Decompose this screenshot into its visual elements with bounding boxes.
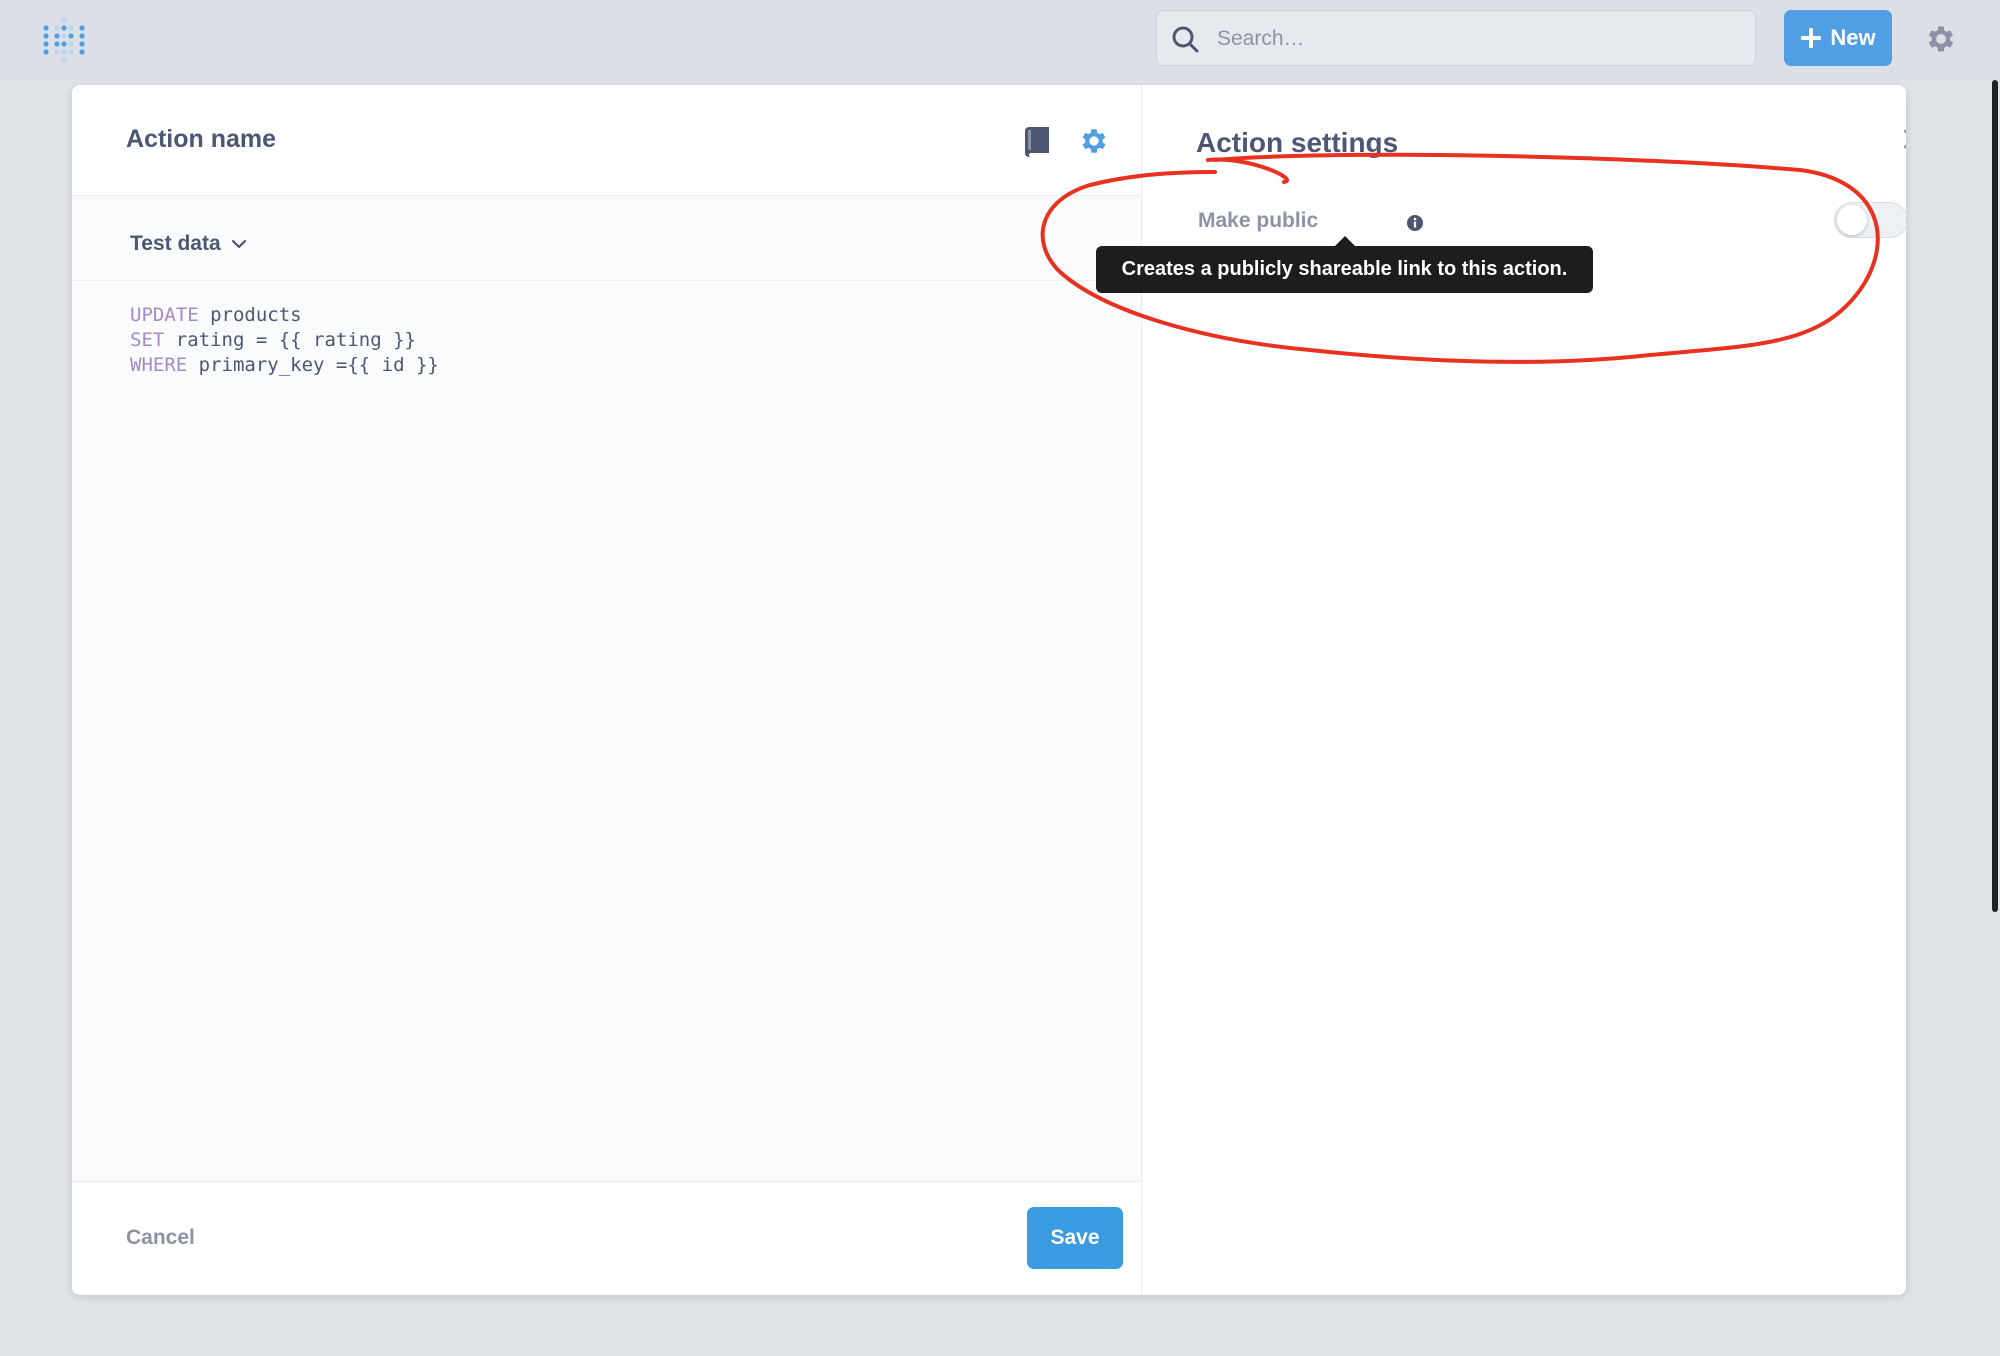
query-editor-panel: Action name Test data UPDATE products SE…	[72, 85, 1142, 1295]
search-input[interactable]	[1215, 11, 1739, 67]
cancel-button[interactable]: Cancel	[126, 1226, 195, 1250]
editor-header: Action name	[72, 85, 1141, 196]
test-data-row: Test data	[72, 196, 1141, 281]
code-line: WHERE primary_key ={{ id }}	[130, 354, 439, 376]
search-icon	[1172, 26, 1199, 53]
reference-book-icon[interactable]	[1023, 127, 1051, 157]
code-line: UPDATE products	[130, 304, 302, 326]
tooltip-arrow	[1335, 236, 1355, 246]
metabase-logo-icon[interactable]	[42, 14, 86, 62]
action-name-title[interactable]: Action name	[126, 125, 276, 154]
top-nav-bar: New	[0, 0, 2000, 80]
action-editor-modal: Action name Test data UPDATE products SE…	[72, 85, 1906, 1295]
settings-gear-icon[interactable]	[1924, 22, 1958, 56]
new-button-label: New	[1830, 25, 1876, 50]
test-data-label: Test data	[130, 232, 221, 255]
chevron-down-icon	[231, 239, 246, 249]
save-button[interactable]: Save	[1027, 1207, 1123, 1269]
close-icon[interactable]	[1902, 128, 1906, 150]
action-settings-gear-icon[interactable]	[1078, 125, 1110, 157]
action-settings-title: Action settings	[1196, 127, 1399, 158]
info-icon[interactable]	[1406, 214, 1424, 232]
new-button[interactable]: New	[1784, 10, 1892, 66]
code-line: SET rating = {{ rating }}	[130, 329, 416, 351]
search-bar[interactable]	[1156, 10, 1756, 67]
test-data-toggle[interactable]: Test data	[130, 232, 247, 256]
sql-code[interactable]: UPDATE products SET rating = {{ rating }…	[130, 303, 439, 378]
make-public-tooltip: Creates a publicly shareable link to thi…	[1096, 246, 1593, 293]
make-public-label: Make public	[1198, 209, 1319, 232]
sql-code-editor[interactable]: UPDATE products SET rating = {{ rating }…	[72, 281, 1141, 1181]
make-public-toggle[interactable]	[1834, 202, 1906, 238]
toggle-knob	[1837, 205, 1867, 235]
scrollbar[interactable]	[1992, 80, 1998, 912]
editor-footer: Cancel Save	[72, 1181, 1141, 1295]
plus-icon	[1801, 28, 1822, 48]
